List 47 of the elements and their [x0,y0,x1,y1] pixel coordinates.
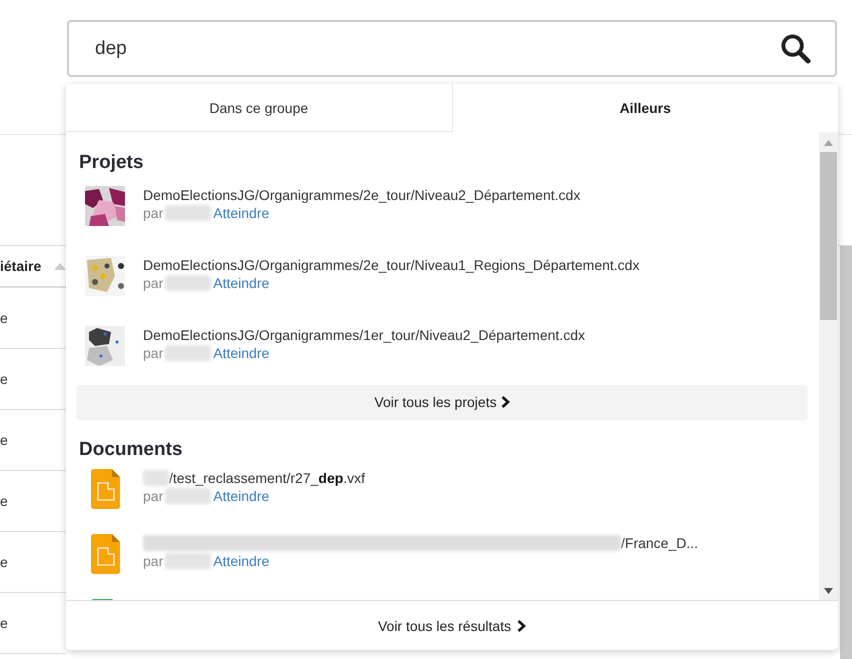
search-result[interactable]: /test_reclassement/r27_dep.vxf par Atteindre [77,468,807,533]
show-all-results-button[interactable]: Voir tous les résultats [372,614,532,638]
owner-label: par [143,552,164,570]
scrollbar[interactable] [840,246,852,659]
open-link[interactable]: Atteindre [213,487,270,505]
tab[interactable]: Dans ce groupe [66,84,452,132]
file-path: /test_reclassement/r27_dep.vxf [169,469,366,487]
open-link[interactable]: Atteindre [213,204,270,222]
sort-icon[interactable] [54,262,66,270]
blurred-text [165,488,212,504]
table-cell: e [0,371,8,387]
scroll-thumb[interactable] [820,152,837,320]
owner-label: par [143,487,164,505]
table-cell: e [0,432,8,448]
owner-label: par [143,204,164,222]
search-field[interactable]: dep [67,20,837,77]
search-result[interactable]: /France_D... par Atteindre [77,533,807,598]
blurred-text [165,345,212,361]
tab[interactable]: Ailleurs [452,84,838,132]
show-all-button[interactable]: Voir tous les projets [77,385,807,419]
open-link[interactable]: Atteindre [213,274,270,292]
file-path: DemoElectionsJG/Organigrammes/2e_tour/Niveau1_Regions_Département.cdx [143,256,640,274]
chevron-icon [500,396,510,408]
file-path: DemoElectionsJG/Organigrammes/1er_tour/Niveau2_Département.cdx [143,326,585,344]
table-cell: e [0,493,8,509]
scrollbar[interactable] [819,132,838,600]
section-heading: Documents [79,438,184,462]
blurred-text [165,205,212,221]
search-result[interactable]: DemoElectionsJG/Organigrammes/2e_tour/Niveau2_Département.cdx par Atteindre [77,181,807,251]
file-path: DemoElectionsJG/Organigrammes/2e_tour/Niveau2_Département.cdx [143,186,580,204]
open-link[interactable]: Atteindre [213,344,270,362]
scroll-up-icon[interactable] [824,140,833,146]
blurred-text [165,553,212,569]
chevron-icon [517,620,526,632]
blurred-text [165,275,212,291]
scroll-down-icon[interactable] [824,588,833,594]
file-path: /France_D... [621,534,698,552]
owner-label: par [143,274,164,292]
column-header[interactable]: iétaire [0,258,42,274]
table-cell: e [0,615,8,631]
owner-label: par [143,344,164,362]
search-icon[interactable] [780,33,811,64]
section-heading: Projets [79,151,144,175]
table-cell: e [0,310,8,326]
table-cell: e [0,554,8,570]
search-result[interactable]: DemoElectionsJG/Organigrammes/2e_tour/Niveau1_Regions_Département.cdx par Atteindre [77,251,807,321]
open-link[interactable]: Atteindre [213,552,270,570]
